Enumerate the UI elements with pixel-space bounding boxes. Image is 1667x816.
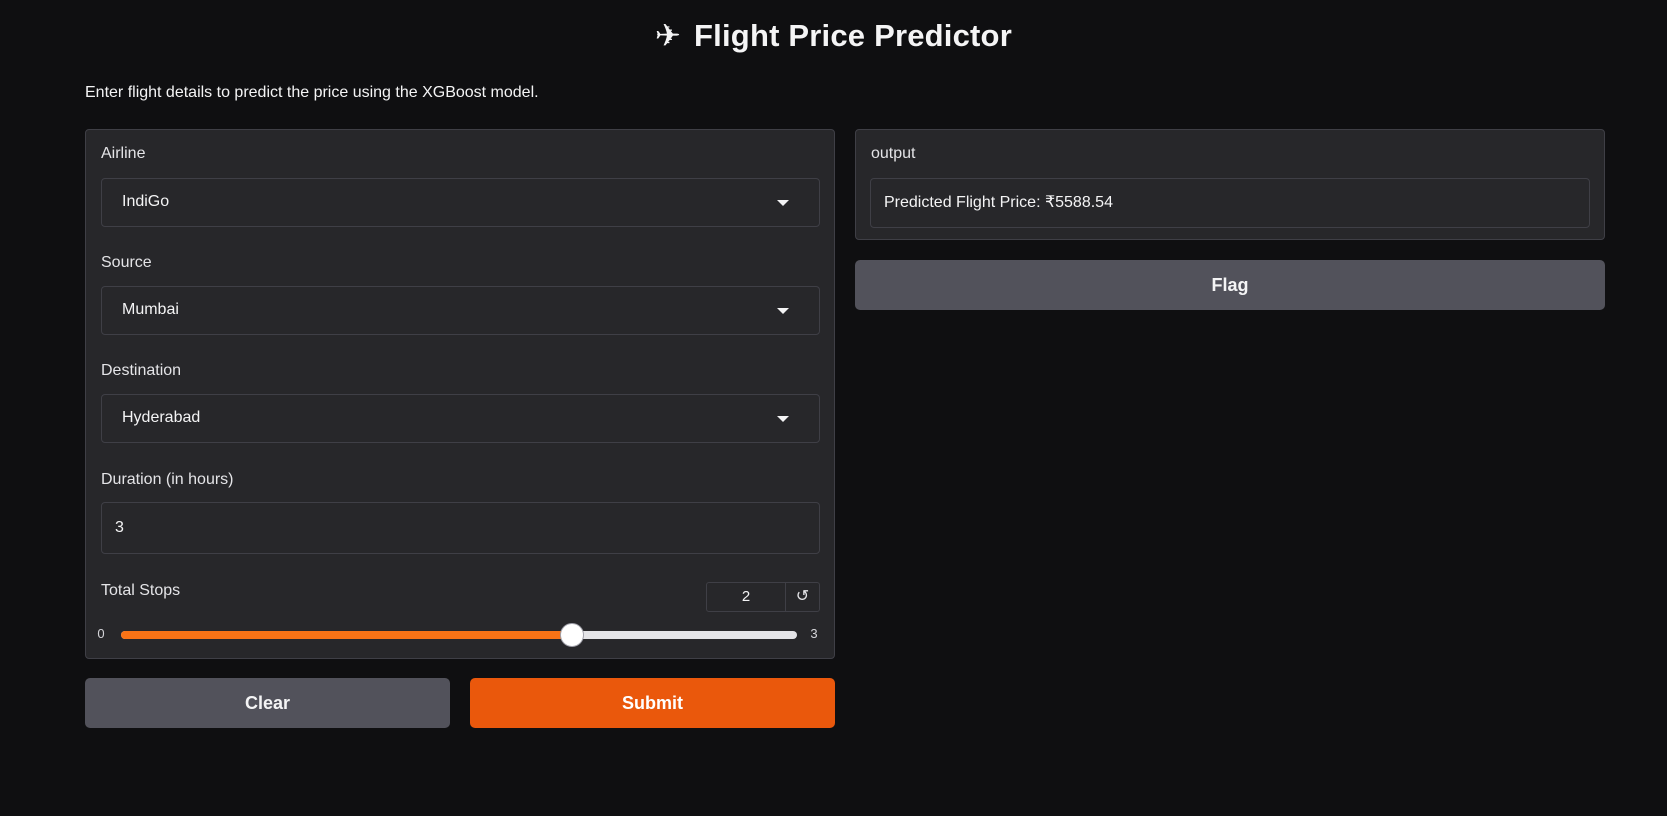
output-panel: output Predicted Flight Price: ₹5588.54: [855, 129, 1605, 240]
airline-label: Airline: [101, 145, 146, 162]
slider-max-label: 3: [810, 626, 818, 641]
page-description: Enter flight details to predict the pric…: [85, 84, 539, 101]
chevron-down-icon: [777, 416, 789, 422]
airline-dropdown[interactable]: IndiGo: [101, 178, 820, 227]
chevron-down-icon: [777, 200, 789, 206]
total-stops-slider[interactable]: [121, 623, 797, 647]
output-textbox[interactable]: Predicted Flight Price: ₹5588.54: [870, 178, 1590, 228]
page-title: ✈ Flight Price Predictor: [0, 18, 1667, 54]
reset-icon[interactable]: ↺: [786, 582, 820, 612]
destination-dropdown[interactable]: Hyderabad: [101, 394, 820, 443]
page-title-text: Flight Price Predictor: [694, 18, 1012, 53]
submit-button[interactable]: Submit: [470, 678, 835, 728]
total-stops-label: Total Stops: [101, 582, 181, 599]
destination-label: Destination: [101, 362, 182, 379]
input-panel: Airline IndiGo Source Mumbai Destination…: [85, 129, 835, 659]
duration-value: 3: [115, 519, 124, 536]
output-label: output: [871, 145, 916, 162]
slider-fill: [121, 631, 572, 639]
clear-button[interactable]: Clear: [85, 678, 450, 728]
duration-input[interactable]: 3: [101, 502, 820, 554]
destination-value: Hyderabad: [122, 409, 201, 426]
slider-thumb[interactable]: [560, 623, 584, 647]
airline-value: IndiGo: [122, 193, 170, 210]
source-value: Mumbai: [122, 301, 179, 318]
airplane-icon: ✈: [655, 18, 682, 53]
source-dropdown[interactable]: Mumbai: [101, 286, 820, 335]
duration-label: Duration (in hours): [101, 471, 234, 488]
source-label: Source: [101, 254, 152, 271]
flag-button[interactable]: Flag: [855, 260, 1605, 310]
chevron-down-icon: [777, 308, 789, 314]
total-stops-number-input[interactable]: 2: [706, 582, 786, 612]
slider-min-label: 0: [97, 626, 105, 641]
